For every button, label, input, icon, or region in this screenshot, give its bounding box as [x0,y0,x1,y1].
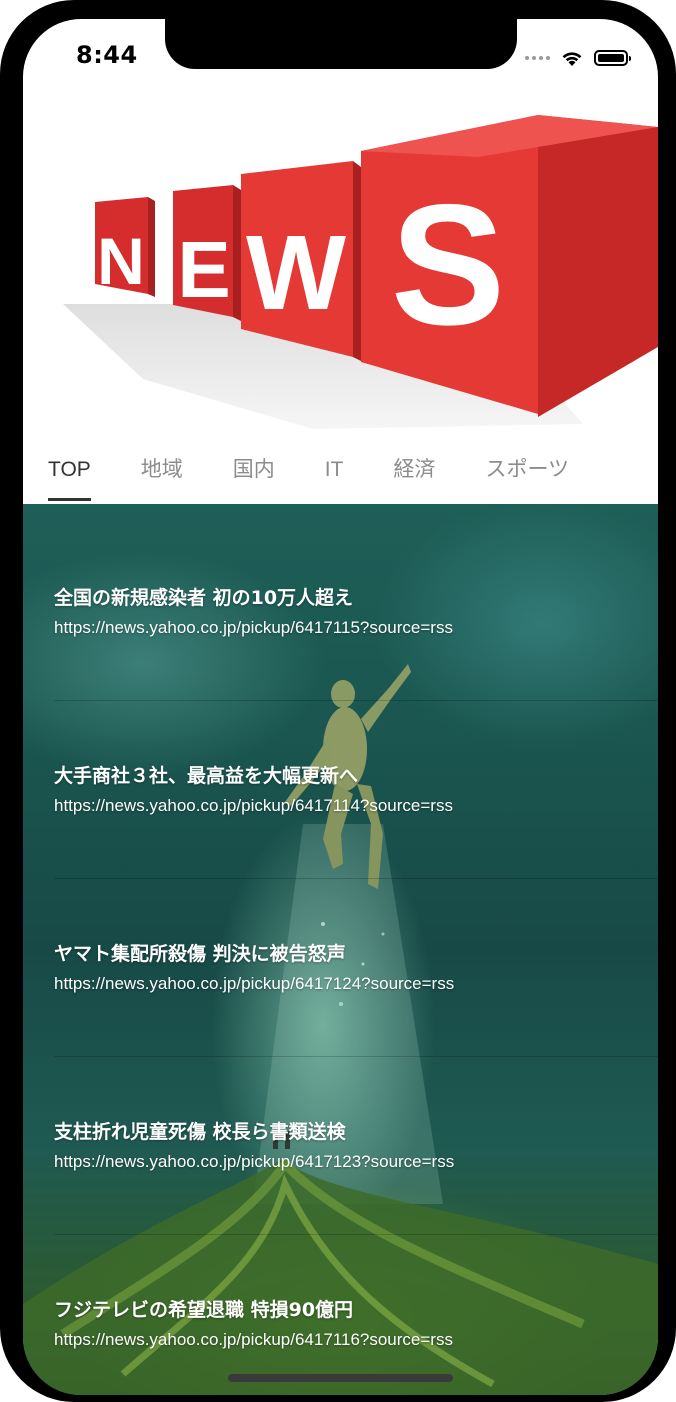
news-url: https://news.yahoo.co.jp/pickup/6417115?… [54,618,453,637]
tab-top[interactable]: TOP [23,447,116,501]
row-separator [54,878,658,879]
notch [165,19,517,69]
news-list: 全国の新規感染者 初の10万人超え https://news.yahoo.co.… [23,504,658,1395]
category-tabs: TOP 地域 国内 IT 経済 スポーツ [23,447,658,503]
tab-local[interactable]: 地域 [116,447,208,501]
news-logo: N E W S [63,115,658,429]
row-separator [54,700,658,701]
signal-icon [525,56,550,60]
tab-it[interactable]: IT [300,447,369,501]
battery-icon [594,50,631,66]
home-indicator[interactable] [228,1374,453,1382]
row-separator [54,1234,658,1235]
logo-letter-e: E [177,225,230,314]
news-title: 全国の新規感染者 初の10万人超え [54,587,354,609]
news-title: ヤマト集配所殺傷 判決に被告怒声 [54,943,346,965]
tab-domestic[interactable]: 国内 [208,447,300,501]
logo-letter-n: N [97,224,145,298]
news-title: 支柱折れ児童死傷 校長ら書類送検 [54,1121,346,1143]
tab-economy[interactable]: 経済 [368,447,460,501]
news-header-banner: N E W S [23,79,658,439]
status-bar: 8:44 [23,19,658,91]
news-item[interactable]: 支柱折れ児童死傷 校長ら書類送検 https://news.yahoo.co.j… [54,1120,634,1172]
news-item[interactable]: 大手商社３社、最高益を大幅更新へ https://news.yahoo.co.j… [54,764,634,816]
news-url: https://news.yahoo.co.jp/pickup/6417123?… [54,1152,455,1171]
news-url: https://news.yahoo.co.jp/pickup/6417114?… [54,796,453,815]
logo-letter-w: W [246,214,346,332]
tab-sports[interactable]: スポーツ [460,447,594,501]
row-separator [54,1056,658,1057]
news-url: https://news.yahoo.co.jp/pickup/6417124?… [54,974,455,993]
news-item[interactable]: フジテレビの希望退職 特損90億円 https://news.yahoo.co.… [54,1298,634,1350]
status-time: 8:44 [76,41,138,69]
phone-frame: 8:44 N E W S TOP 地域 国内 IT 経済 スポーツ 全国の新規感… [0,0,676,1402]
news-title: 大手商社３社、最高益を大幅更新へ [54,765,359,787]
news-url: https://news.yahoo.co.jp/pickup/6417116?… [54,1330,453,1349]
app-screen: 8:44 N E W S TOP 地域 国内 IT 経済 スポーツ 全国の新規感… [23,19,658,1395]
status-icons [525,47,631,69]
logo-letter-s: S [391,169,506,361]
news-item[interactable]: ヤマト集配所殺傷 判決に被告怒声 https://news.yahoo.co.j… [54,942,634,994]
news-title: フジテレビの希望退職 特損90億円 [54,1299,354,1321]
wifi-icon [562,52,582,66]
news-item[interactable]: 全国の新規感染者 初の10万人超え https://news.yahoo.co.… [54,586,634,638]
